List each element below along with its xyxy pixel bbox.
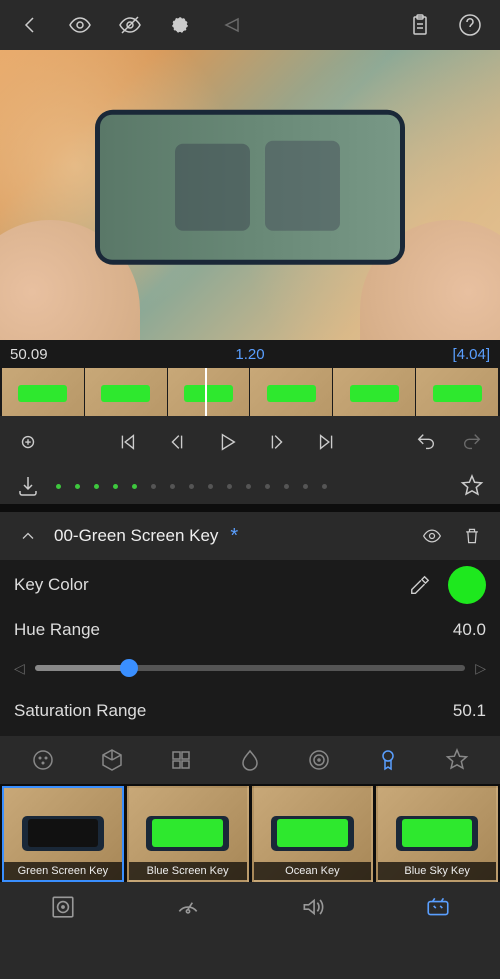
- section-title: 00-Green Screen Key: [54, 526, 218, 546]
- progress-dot: [151, 484, 156, 489]
- help-icon[interactable]: [456, 11, 484, 39]
- skip-end-button[interactable]: [313, 428, 341, 456]
- delete-button[interactable]: [458, 522, 486, 550]
- undo-button[interactable]: [412, 428, 440, 456]
- tab-distort[interactable]: [303, 744, 335, 776]
- timeline-frame: [2, 368, 84, 416]
- tab-3d[interactable]: [96, 744, 128, 776]
- progress-dot: [94, 484, 99, 489]
- timecode-bar: 50.09 1.20 [4.04]: [0, 340, 500, 368]
- progress-dot: [113, 484, 118, 489]
- bottom-tab-audio[interactable]: [295, 889, 331, 925]
- collapse-button[interactable]: [14, 522, 42, 550]
- progress-dot: [132, 484, 137, 489]
- timeline-filmstrip[interactable]: [0, 368, 500, 416]
- video-preview[interactable]: [0, 50, 500, 340]
- tab-favorites[interactable]: [441, 744, 473, 776]
- hue-range-value: 40.0: [453, 620, 486, 640]
- timeline-frame: [333, 368, 415, 416]
- preset-thumbnail[interactable]: Green Screen Key: [2, 786, 124, 882]
- frame-back-button[interactable]: [163, 428, 191, 456]
- bottom-tab-speed[interactable]: [170, 889, 206, 925]
- decrement-icon[interactable]: ◁: [14, 660, 25, 677]
- key-color-label: Key Color: [14, 575, 392, 595]
- preview-phone: [95, 110, 405, 265]
- progress-dot: [170, 484, 175, 489]
- back-button[interactable]: [16, 11, 44, 39]
- eye-hide-icon[interactable]: [116, 11, 144, 39]
- progress-dot: [322, 484, 327, 489]
- preset-label: Ocean Key: [254, 862, 372, 880]
- timeline-frame: [250, 368, 332, 416]
- hue-range-slider[interactable]: [35, 665, 465, 671]
- preset-label: Green Screen Key: [4, 862, 122, 880]
- saturation-range-value: 50.1: [453, 701, 486, 721]
- progress-dot: [303, 484, 308, 489]
- timeline-frame: [168, 368, 250, 416]
- timeline-frame: [416, 368, 498, 416]
- clipboard-icon[interactable]: [406, 11, 434, 39]
- redo-button[interactable]: [458, 428, 486, 456]
- progress-dot: [208, 484, 213, 489]
- timecode-current: 1.20: [48, 346, 453, 363]
- tone-adjust-icon[interactable]: [166, 11, 194, 39]
- favorite-button[interactable]: [458, 472, 486, 500]
- play-button[interactable]: [213, 428, 241, 456]
- tab-blur[interactable]: [234, 744, 266, 776]
- add-layer-button[interactable]: [14, 428, 42, 456]
- increment-icon[interactable]: ▷: [475, 660, 486, 677]
- preset-thumbnail[interactable]: Ocean Key: [252, 786, 374, 882]
- bottom-tab-source[interactable]: [45, 889, 81, 925]
- progress-dot: [246, 484, 251, 489]
- eyedropper-button[interactable]: [406, 571, 434, 599]
- key-color-swatch[interactable]: [448, 566, 486, 604]
- frame-forward-button[interactable]: [263, 428, 291, 456]
- progress-dot: [227, 484, 232, 489]
- preset-thumbnail[interactable]: Blue Sky Key: [376, 786, 498, 882]
- saturation-range-label: Saturation Range: [14, 701, 439, 721]
- playhead[interactable]: [205, 368, 207, 416]
- preset-label: Blue Sky Key: [378, 862, 496, 880]
- modified-indicator: *: [230, 525, 238, 548]
- timecode-duration: [4.04]: [452, 346, 490, 363]
- progress-dot: [56, 484, 61, 489]
- progress-dot: [284, 484, 289, 489]
- share-icon[interactable]: [216, 11, 244, 39]
- tab-color[interactable]: [27, 744, 59, 776]
- slider-thumb[interactable]: [120, 659, 138, 677]
- bottom-tab-effects[interactable]: [420, 889, 456, 925]
- eye-show-icon[interactable]: [66, 11, 94, 39]
- preset-thumbnail[interactable]: Blue Screen Key: [127, 786, 249, 882]
- tab-key[interactable]: [372, 744, 404, 776]
- skip-start-button[interactable]: [113, 428, 141, 456]
- tab-grid[interactable]: [165, 744, 197, 776]
- visibility-toggle[interactable]: [418, 522, 446, 550]
- timecode-clip-position: 50.09: [10, 346, 48, 363]
- timeline-frame: [85, 368, 167, 416]
- progress-dot: [189, 484, 194, 489]
- progress-dots: [56, 484, 444, 489]
- hue-range-label: Hue Range: [14, 620, 439, 640]
- progress-dot: [75, 484, 80, 489]
- download-button[interactable]: [14, 472, 42, 500]
- progress-dot: [265, 484, 270, 489]
- preset-label: Blue Screen Key: [129, 862, 247, 880]
